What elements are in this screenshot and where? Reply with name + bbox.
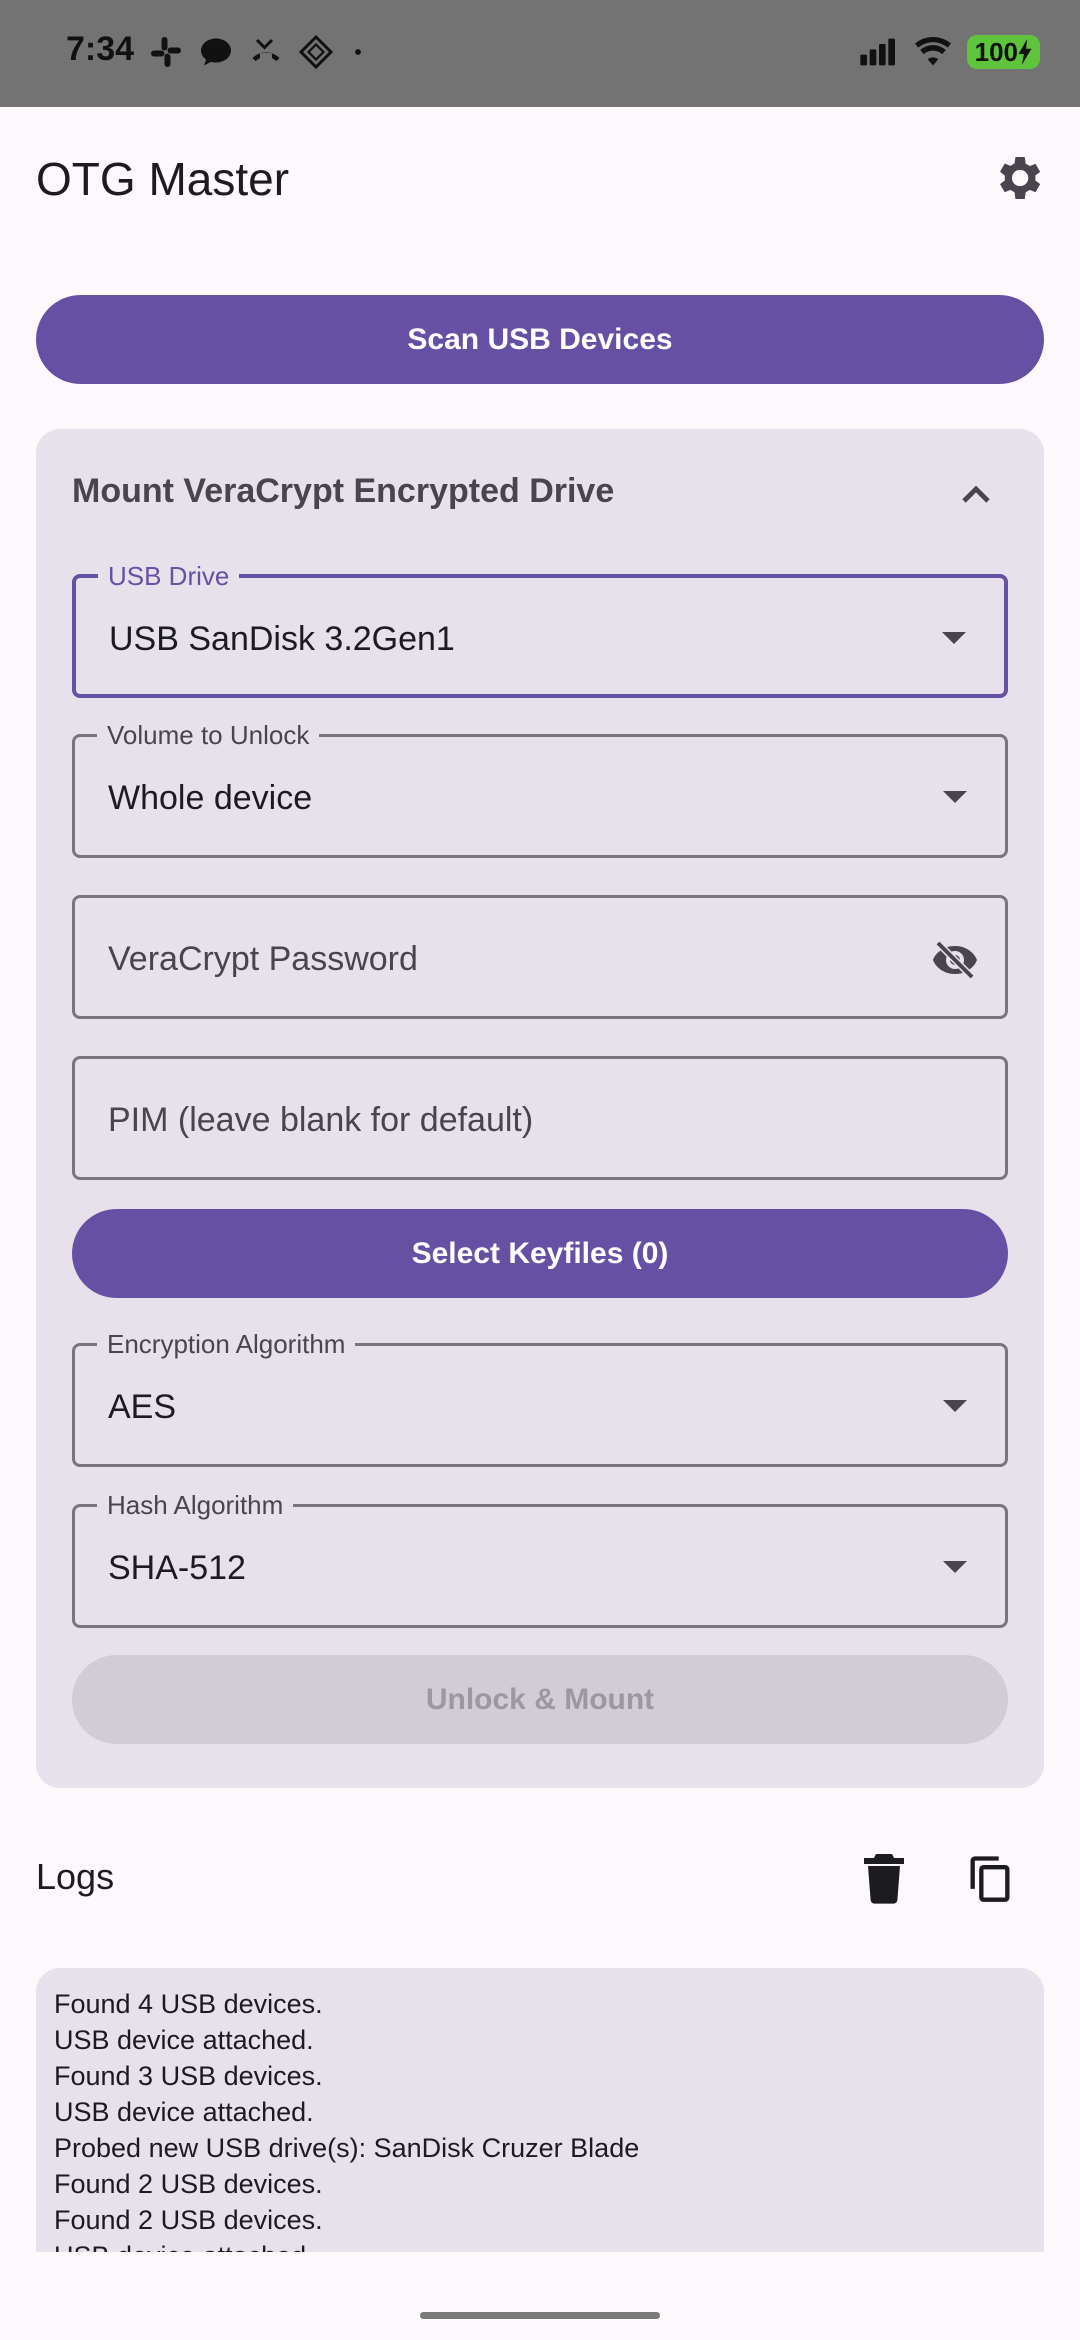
password-placeholder: VeraCrypt Password (108, 940, 418, 978)
eye-off-icon (933, 940, 977, 980)
select-keyfiles-button[interactable]: Select Keyfiles (0) (72, 1209, 1008, 1298)
encryption-value: AES (108, 1388, 177, 1426)
log-line: USB device attached. (54, 2097, 314, 2127)
copy-icon (970, 1856, 1010, 1902)
navigation-bar (0, 2252, 1080, 2340)
trash-icon (864, 1854, 904, 1904)
usb-drive-dropdown[interactable]: USB Drive USB SanDisk 3.2Gen1 (72, 562, 1008, 698)
missed-call-icon (252, 38, 280, 61)
hash-label: Hash Algorithm (97, 1491, 294, 1519)
log-line: Probed new USB drive(s): SanDisk Cruzer … (54, 2133, 640, 2163)
chevron-up-icon (962, 485, 990, 503)
settings-button[interactable] (990, 150, 1046, 206)
wifi-icon (914, 36, 951, 66)
status-time: 7:34 (66, 30, 135, 68)
unlock-mount-button[interactable]: Unlock & Mount (72, 1655, 1008, 1744)
charging-bolt-icon (1018, 39, 1032, 65)
log-panel[interactable]: Found 4 USB devices. USB device attached… (36, 1968, 1044, 2252)
notification-icons (148, 34, 368, 70)
signal-icon (859, 38, 895, 66)
battery-indicator: 100 (966, 35, 1040, 69)
more-dot-icon (355, 49, 361, 55)
pim-input[interactable]: PIM (leave blank for default) (72, 1056, 1008, 1180)
usb-drive-label: USB Drive (98, 562, 240, 590)
card-title: Mount VeraCrypt Encrypted Drive (72, 472, 615, 510)
volume-value: Whole device (108, 779, 313, 817)
diamond-app-icon (298, 34, 334, 70)
scan-usb-devices-button[interactable]: Scan USB Devices (36, 295, 1044, 384)
logs-title: Logs (36, 1856, 115, 1897)
collapse-button[interactable] (952, 471, 1000, 519)
log-line: Found 2 USB devices. (54, 2205, 323, 2235)
volume-label: Volume to Unlock (97, 721, 320, 749)
hash-value: SHA-512 (108, 1549, 246, 1587)
mount-veracrypt-card: Mount VeraCrypt Encrypted Drive USB Driv… (36, 429, 1044, 1788)
app-title: OTG Master (36, 153, 290, 205)
log-line: Found 3 USB devices. (54, 2061, 323, 2091)
hash-algorithm-dropdown[interactable]: Hash Algorithm SHA-512 (72, 1491, 1008, 1628)
status-bar: 7:34 100 (0, 0, 1080, 107)
dropdown-arrow-icon (942, 632, 966, 644)
toggle-password-visibility-button[interactable] (931, 936, 979, 984)
usb-drive-value: USB SanDisk 3.2Gen1 (109, 620, 455, 658)
encryption-label: Encryption Algorithm (97, 1330, 356, 1358)
copy-logs-button[interactable] (964, 1852, 1016, 1904)
battery-level: 100 (974, 36, 1018, 67)
log-line: USB device attached. (54, 2025, 314, 2055)
log-line: Found 4 USB devices. (54, 1989, 323, 2019)
dropdown-arrow-icon (943, 1400, 967, 1412)
password-input[interactable]: VeraCrypt Password (72, 895, 1008, 1019)
log-line: USB device attached. (54, 2238, 1026, 2252)
volume-dropdown[interactable]: Volume to Unlock Whole device (72, 721, 1008, 858)
gear-icon (1000, 157, 1041, 199)
clear-logs-button[interactable] (860, 1852, 908, 1904)
log-line: Found 2 USB devices. (54, 2169, 323, 2199)
dropdown-arrow-icon (943, 791, 967, 803)
slack-icon (151, 37, 181, 67)
pim-placeholder: PIM (leave blank for default) (108, 1101, 534, 1139)
home-indicator[interactable] (420, 2312, 660, 2319)
chat-bubble-icon (201, 38, 231, 66)
dropdown-arrow-icon (943, 1561, 967, 1573)
system-icons: 100 (859, 34, 1040, 70)
encryption-algorithm-dropdown[interactable]: Encryption Algorithm AES (72, 1330, 1008, 1467)
